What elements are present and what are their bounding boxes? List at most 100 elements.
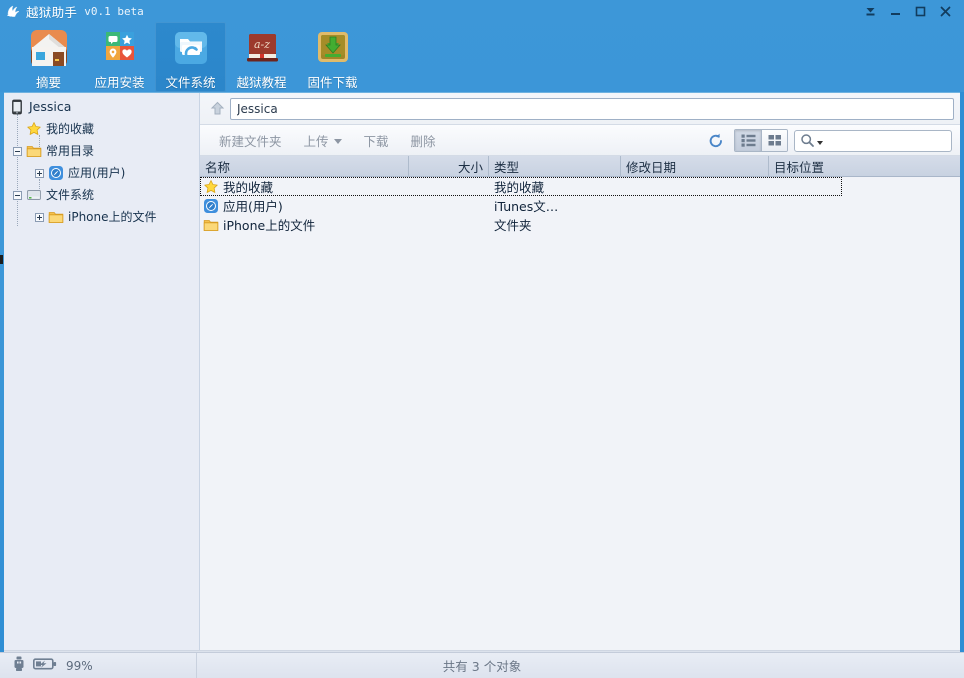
search-box[interactable] xyxy=(794,130,952,152)
cell-type: 文件夹 xyxy=(489,215,621,234)
new-folder-label: 新建文件夹 xyxy=(219,131,282,150)
view-mode-group xyxy=(734,129,788,152)
cell-type: iTunes文… xyxy=(489,196,621,215)
book-az-icon: a-z xyxy=(241,27,283,69)
apps-grid-icon xyxy=(99,27,141,69)
status-summary: 共有 3 个对象 xyxy=(0,656,964,675)
download-button[interactable]: 下载 xyxy=(353,128,400,152)
folder-icon xyxy=(203,217,219,233)
sidebar-tree: Jessica 我的收藏 xyxy=(4,96,199,228)
column-header-size[interactable]: 大小 xyxy=(409,156,489,176)
sidebar-item-favorites[interactable]: 我的收藏 xyxy=(4,118,199,140)
search-chevron-down-icon[interactable] xyxy=(817,141,823,145)
window-title: 越狱助手 xyxy=(26,2,77,21)
sidebar-tree-panel: Jessica 我的收藏 xyxy=(4,93,200,652)
column-header-type[interactable]: 类型 xyxy=(489,156,621,176)
refresh-icon xyxy=(707,132,725,150)
toolbar-item-summary[interactable]: 摘要 xyxy=(13,22,84,92)
column-header-name[interactable]: 名称 xyxy=(200,156,409,176)
toolbar-item-file-system[interactable]: 文件系统 xyxy=(155,22,226,92)
toolbar-label: 固件下载 xyxy=(307,72,357,91)
toolbar-item-jailbreak-tutorial[interactable]: a-z 越狱教程 xyxy=(226,22,297,92)
sidebar-item-label: 文件系统 xyxy=(46,187,94,203)
file-name: iPhone上的文件 xyxy=(223,215,315,234)
column-label: 类型 xyxy=(494,157,519,176)
close-button[interactable] xyxy=(933,1,958,21)
cell-name: iPhone上的文件 xyxy=(200,215,409,234)
svg-text:a-z: a-z xyxy=(253,38,269,51)
refresh-button[interactable] xyxy=(704,129,728,152)
download-label: 下载 xyxy=(364,131,389,150)
minimize-button[interactable] xyxy=(883,1,908,21)
toolbar-label: 越狱教程 xyxy=(236,72,286,91)
folder-icon xyxy=(26,143,42,159)
toolbar-item-app-install[interactable]: 应用安装 xyxy=(84,22,155,92)
tree-collapse-toggle[interactable] xyxy=(13,147,22,156)
delete-button[interactable]: 删除 xyxy=(400,128,447,152)
list-view-button[interactable] xyxy=(735,130,761,151)
column-header-modified-date[interactable]: 修改日期 xyxy=(621,156,769,176)
cell-name: 我的收藏 xyxy=(200,177,409,196)
main-body: Jessica 我的收藏 xyxy=(4,92,960,652)
delete-label: 删除 xyxy=(411,131,436,150)
tree-expand-toggle[interactable] xyxy=(35,213,44,222)
chevron-down-icon xyxy=(334,139,342,144)
sidebar-item-label: iPhone上的文件 xyxy=(68,209,157,225)
column-label: 大小 xyxy=(458,157,483,176)
path-input[interactable] xyxy=(230,98,954,120)
sidebar-item-file-system[interactable]: 文件系统 xyxy=(4,184,199,206)
toolbar-label: 摘要 xyxy=(36,72,61,91)
tree-expand-toggle[interactable] xyxy=(35,169,44,178)
main-toolbar: 摘要 应用安装 xyxy=(0,22,964,92)
sidebar-item-jessica[interactable]: Jessica xyxy=(4,96,199,118)
sidebar-item-label: 常用目录 xyxy=(46,143,94,159)
table-row[interactable]: 应用(用户) iTunes文… xyxy=(200,196,960,215)
star-icon xyxy=(203,179,219,195)
title-bar: 越狱助手 v0.1 beta xyxy=(0,0,964,22)
navigate-up-button[interactable] xyxy=(204,97,230,121)
column-header-destination[interactable]: 目标位置 xyxy=(769,156,960,176)
action-bar-right-group xyxy=(704,125,952,156)
star-icon xyxy=(26,121,42,137)
file-name: 应用(用户) xyxy=(223,196,283,215)
maximize-button[interactable] xyxy=(908,1,933,21)
path-bar xyxy=(200,93,960,125)
application-window: 越狱助手 v0.1 beta xyxy=(0,0,964,678)
folder-sync-icon xyxy=(170,27,212,69)
drive-icon xyxy=(26,187,42,203)
new-folder-button[interactable]: 新建文件夹 xyxy=(208,128,293,152)
status-device-group: 99% xyxy=(12,656,93,676)
toolbar-label: 应用安装 xyxy=(94,72,144,91)
file-action-bar: 新建文件夹 上传 下载 删除 xyxy=(200,125,960,156)
sidebar-item-iphone-files[interactable]: iPhone上的文件 xyxy=(4,206,199,228)
cell-name: 应用(用户) xyxy=(200,196,409,215)
sidebar-item-label: Jessica xyxy=(29,99,71,115)
sidebar-item-user-apps[interactable]: 应用(用户) xyxy=(4,162,199,184)
usb-icon xyxy=(12,656,26,676)
file-table-header: 名称 大小 类型 修改日期 目标位置 xyxy=(200,156,960,177)
file-table-body[interactable]: 我的收藏 我的收藏 xyxy=(200,177,960,652)
table-row[interactable]: iPhone上的文件 文件夹 xyxy=(200,215,960,234)
home-icon xyxy=(28,27,70,69)
list-view-icon xyxy=(741,134,756,147)
grid-view-button[interactable] xyxy=(761,130,787,151)
collapse-to-tray-button[interactable] xyxy=(858,1,883,21)
toolbar-item-firmware-download[interactable]: 固件下载 xyxy=(297,22,368,92)
search-icon xyxy=(800,133,815,148)
file-name: 我的收藏 xyxy=(223,177,273,196)
download-box-icon xyxy=(312,27,354,69)
status-bar: 99% 共有 3 个对象 xyxy=(0,652,964,678)
upload-button[interactable]: 上传 xyxy=(293,128,353,152)
edge-marker xyxy=(0,255,3,264)
window-right-edge xyxy=(960,92,964,652)
sidebar-item-common-dirs[interactable]: 常用目录 xyxy=(4,140,199,162)
search-input[interactable] xyxy=(825,134,964,148)
tree-collapse-toggle[interactable] xyxy=(13,191,22,200)
grid-view-icon xyxy=(768,134,782,147)
window-controls xyxy=(858,0,958,22)
sidebar-item-label: 应用(用户) xyxy=(68,165,125,181)
iphone-icon xyxy=(9,99,25,115)
table-row[interactable]: 我的收藏 我的收藏 xyxy=(200,177,842,196)
toolbar-label: 文件系统 xyxy=(165,72,215,91)
window-version: v0.1 beta xyxy=(84,5,144,18)
